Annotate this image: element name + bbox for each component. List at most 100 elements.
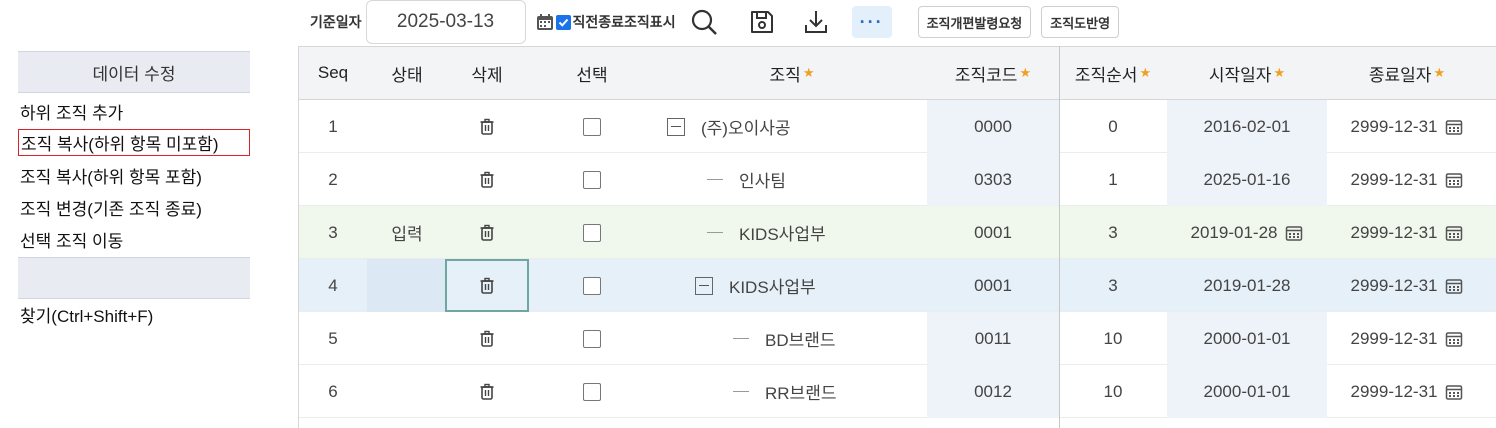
cell-end-date[interactable]: 2999-12-31: [1327, 206, 1487, 259]
cell-start-date[interactable]: 2016-02-01: [1167, 100, 1327, 153]
col-org-order[interactable]: 조직순서 ★: [1059, 47, 1167, 99]
cell-start-date[interactable]: 2000-01-01: [1167, 312, 1327, 365]
cell-org-code[interactable]: 0011: [927, 312, 1059, 365]
cell-seq: 6: [328, 381, 338, 401]
row-select-checkbox[interactable]: [583, 117, 601, 136]
table-row[interactable]: 2 인사팀 0303 1 2025-01-16 2999-12-31: [299, 153, 1496, 206]
cell-org-tree[interactable]: 인사팀: [657, 153, 927, 206]
col-org-code[interactable]: 조직코드 ★: [927, 47, 1059, 99]
cell-org-code[interactable]: 0012: [927, 365, 1059, 418]
cell-end-date[interactable]: 2999-12-31: [1327, 312, 1487, 365]
cell-org-order[interactable]: 10: [1059, 312, 1167, 365]
cell-seq: 4: [328, 275, 338, 295]
cell-start-date[interactable]: 2019-01-28: [1167, 259, 1327, 312]
download-icon[interactable]: [800, 6, 832, 38]
cell-select[interactable]: [527, 259, 657, 312]
calendar-icon[interactable]: [1445, 171, 1463, 189]
calendar-icon[interactable]: [1445, 224, 1463, 242]
menu-item-copy-org-excluding-children[interactable]: 조직 복사(하위 항목 미포함): [18, 129, 250, 156]
cell-end-date[interactable]: 2999-12-31: [1327, 365, 1487, 418]
row-select-checkbox[interactable]: [583, 382, 601, 401]
row-select-checkbox[interactable]: [583, 170, 601, 189]
cell-org-tree[interactable]: BD브랜드: [657, 312, 927, 365]
cell-end-date[interactable]: 2999-12-31: [1327, 259, 1487, 312]
row-select-checkbox[interactable]: [583, 329, 601, 348]
cell-org-order[interactable]: 1: [1059, 153, 1167, 206]
apply-org-chart-button[interactable]: 조직도반영: [1041, 6, 1120, 38]
menu-item-add-child-org[interactable]: 하위 조직 추가: [18, 95, 250, 127]
tree-branch-line: [733, 391, 749, 392]
cell-status: [367, 153, 447, 206]
col-start-date[interactable]: 시작일자 ★: [1167, 47, 1327, 99]
collapse-icon[interactable]: [667, 117, 685, 136]
calendar-icon[interactable]: [1445, 330, 1463, 348]
menu-separator: [18, 257, 250, 299]
table-row[interactable]: 4 KIDS사업부 0001 3 2019-01-28 2999-12-31: [299, 259, 1496, 312]
cell-select[interactable]: [527, 365, 657, 418]
cell-end-date[interactable]: 2999-12-31: [1327, 100, 1487, 153]
delete-button[interactable]: [445, 312, 529, 365]
cell-org-order[interactable]: 10: [1059, 365, 1167, 418]
cell-org-code[interactable]: 0000: [927, 100, 1059, 153]
cell-end-date[interactable]: 2999-12-31: [1327, 153, 1487, 206]
base-date-input[interactable]: 2025-03-13: [365, 0, 526, 44]
cell-org-code[interactable]: 0001: [927, 259, 1059, 312]
cell-org-order[interactable]: 0: [1059, 100, 1167, 153]
org-grid: Seq 상태 삭제 선택 조직 ★ 조직코드 ★ 조직순서 ★ 시작일자 ★ 종료일자 ★…: [298, 46, 1496, 428]
col-delete[interactable]: 삭제: [447, 47, 527, 99]
cell-select[interactable]: [527, 100, 657, 153]
show-prev-ended-checkbox[interactable]: [555, 14, 571, 30]
table-row[interactable]: 3 입력 KIDS사업부 0001 3 2019-01-28 2999-12-31: [299, 206, 1496, 259]
cell-org-tree[interactable]: KIDS사업부: [657, 259, 927, 312]
row-select-checkbox[interactable]: [583, 223, 601, 242]
search-icon[interactable]: [688, 6, 720, 38]
cell-status: [367, 312, 447, 365]
col-org-label: 조직: [769, 65, 801, 85]
table-row[interactable]: 6 RR브랜드 0012 10 2000-01-01 2999-12-31: [299, 365, 1496, 418]
calendar-icon[interactable]: [1445, 118, 1463, 136]
cell-select[interactable]: [527, 206, 657, 259]
col-seq[interactable]: Seq: [299, 47, 367, 99]
table-row[interactable]: 1 (주)오이사공 0000 0 2016-02-01 2999-12-31: [299, 100, 1496, 153]
delete-button[interactable]: [445, 153, 529, 206]
col-select[interactable]: 선택: [527, 47, 657, 99]
delete-button[interactable]: [445, 259, 529, 312]
more-button[interactable]: ···: [851, 6, 892, 38]
col-end-date[interactable]: 종료일자 ★: [1327, 47, 1487, 99]
calendar-icon[interactable]: [1445, 277, 1463, 295]
menu-item-copy-org-including-children[interactable]: 조직 복사(하위 항목 포함): [18, 159, 250, 191]
cell-org-code[interactable]: 0001: [927, 206, 1059, 259]
collapse-icon[interactable]: [695, 276, 713, 295]
delete-button[interactable]: [445, 206, 529, 259]
row-select-checkbox[interactable]: [583, 276, 601, 295]
cell-start-date[interactable]: 2019-01-28: [1167, 206, 1327, 259]
cell-select[interactable]: [527, 153, 657, 206]
table-row[interactable]: 5 BD브랜드 0011 10 2000-01-01 2999-12-31: [299, 312, 1496, 365]
delete-button[interactable]: [445, 365, 529, 418]
calendar-icon[interactable]: [536, 13, 554, 31]
cell-org-tree[interactable]: RR브랜드: [657, 365, 927, 418]
cell-org-tree[interactable]: (주)오이사공: [657, 100, 927, 153]
col-status[interactable]: 상태: [367, 47, 447, 99]
menu-item-change-org[interactable]: 조직 변경(기존 조직 종료): [18, 191, 250, 223]
col-org[interactable]: 조직 ★: [657, 47, 927, 99]
cell-org-code[interactable]: 0303: [927, 153, 1059, 206]
org-name: 인사팀: [739, 172, 786, 191]
cell-org-order[interactable]: 3: [1059, 259, 1167, 312]
org-restructure-request-button[interactable]: 조직개편발령요청: [917, 6, 1032, 38]
trash-icon: [480, 383, 494, 400]
cell-select[interactable]: [527, 312, 657, 365]
delete-button[interactable]: [445, 100, 529, 153]
trash-icon: [480, 171, 494, 188]
menu-item-find[interactable]: 찾기(Ctrl+Shift+F): [18, 299, 250, 329]
calendar-icon[interactable]: [1285, 224, 1303, 242]
base-date-label: 기준일자: [310, 14, 362, 30]
save-icon[interactable]: [746, 6, 778, 38]
cell-org-tree[interactable]: KIDS사업부: [657, 206, 927, 259]
calendar-icon[interactable]: [1445, 383, 1463, 401]
menu-item-move-org[interactable]: 선택 조직 이동: [18, 223, 250, 255]
required-star-icon: ★: [1019, 65, 1032, 80]
cell-start-date[interactable]: 2025-01-16: [1167, 153, 1327, 206]
cell-org-order[interactable]: 3: [1059, 206, 1167, 259]
cell-start-date[interactable]: 2000-01-01: [1167, 365, 1327, 418]
